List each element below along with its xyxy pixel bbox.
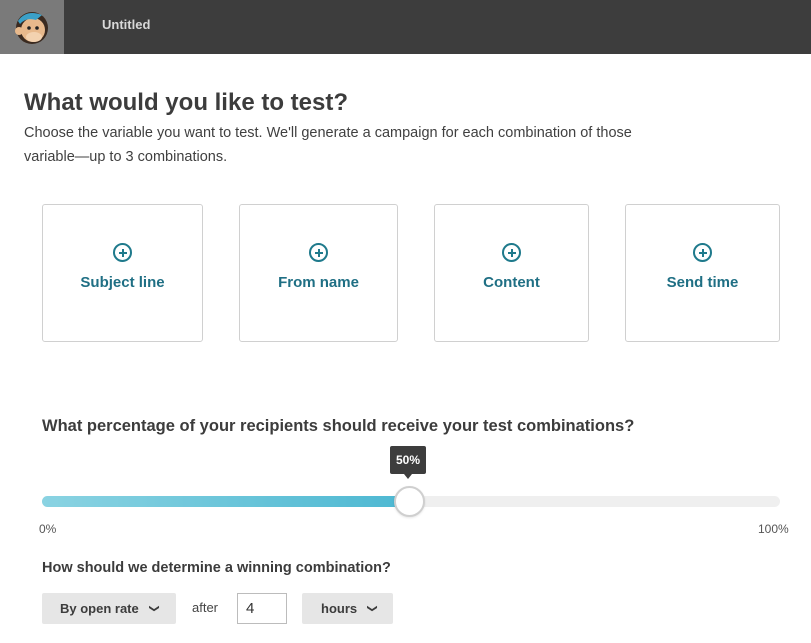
slider-value-tooltip: 50% xyxy=(390,446,426,479)
variable-card-subject-line[interactable]: Subject line xyxy=(42,204,203,342)
add-circle-icon xyxy=(309,243,328,262)
variable-card-from-name[interactable]: From name xyxy=(239,204,398,342)
slider-min-label: 0% xyxy=(39,522,57,536)
campaign-title[interactable]: Untitled xyxy=(102,17,150,32)
slider-fill xyxy=(42,496,409,507)
chevron-down-icon: ❯ xyxy=(366,604,378,613)
variable-card-label: Subject line xyxy=(80,274,165,291)
variable-card-label: Send time xyxy=(666,274,739,291)
slider-max-label: 100% xyxy=(758,522,789,536)
add-circle-icon xyxy=(693,243,712,262)
page-title: What would you like to test? xyxy=(24,89,348,116)
variable-card-content[interactable]: Content xyxy=(434,204,589,342)
duration-unit-value: hours xyxy=(321,601,358,616)
variable-card-label: From name xyxy=(278,274,359,291)
variable-card-label: Content xyxy=(483,274,540,291)
duration-unit-select[interactable]: hours ❯ xyxy=(302,593,393,624)
variable-card-send-time[interactable]: Send time xyxy=(625,204,780,342)
winning-metric-select[interactable]: By open rate ❯ xyxy=(42,593,176,624)
percentage-slider[interactable] xyxy=(42,486,780,517)
percentage-question: What percentage of your recipients shoul… xyxy=(42,417,635,435)
winner-question: How should we determine a winning combin… xyxy=(42,560,391,576)
duration-input[interactable] xyxy=(237,593,287,624)
chevron-down-icon: ❯ xyxy=(148,604,160,613)
page-description: Choose the variable you want to test. We… xyxy=(24,125,632,165)
monkey-logo-svg xyxy=(15,12,48,44)
slider-handle[interactable] xyxy=(393,486,425,517)
after-label: after xyxy=(192,600,219,615)
top-bar: Untitled xyxy=(0,0,811,54)
winning-metric-value: By open rate xyxy=(60,601,139,616)
add-circle-icon xyxy=(502,243,521,262)
add-circle-icon xyxy=(113,243,132,262)
mailchimp-logo-icon[interactable] xyxy=(0,0,64,54)
